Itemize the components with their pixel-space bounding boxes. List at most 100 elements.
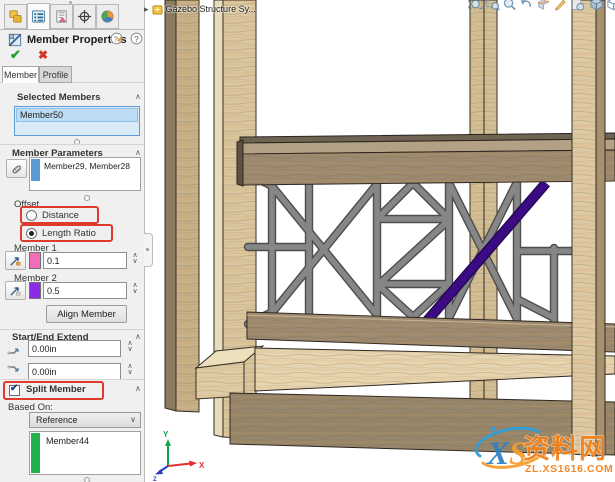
spinner-down[interactable]: ∨ (127, 369, 132, 376)
spinner-down[interactable]: ∨ (132, 258, 137, 265)
extend-end-input[interactable] (28, 363, 121, 380)
selection-bar (31, 159, 40, 181)
link-members-button[interactable] (6, 159, 27, 178)
tab-dimxpert-manager[interactable] (73, 4, 96, 29)
tab-member-label: Member (3, 69, 37, 80)
annotation-distance: Distance (20, 206, 99, 224)
split-member-checkbox[interactable]: ✔ (9, 383, 20, 396)
magnifier-icon[interactable] (502, 0, 517, 12)
member1-spinner[interactable]: ∧ ∨ (129, 252, 141, 265)
cancel-button[interactable]: ✖ (38, 48, 48, 62)
selected-members-title: Selected Members (17, 92, 101, 103)
collapse-split-member[interactable]: ∧ (135, 384, 141, 393)
zoom-area-icon[interactable] (485, 0, 500, 12)
selection-bar (31, 433, 40, 473)
annotation-length-ratio: Length Ratio (20, 224, 113, 242)
align-member-button[interactable]: Align Member (46, 305, 127, 323)
spinner-down[interactable]: ∨ (132, 288, 137, 295)
extend-end-spinner[interactable]: ∧ ∨ (124, 363, 136, 376)
based-on-dropdown[interactable]: Reference ∨ (29, 412, 141, 428)
previous-view-icon[interactable] (519, 0, 534, 12)
svg-text:?: ? (134, 34, 139, 44)
dimxpert-icon (77, 9, 92, 24)
watermark: X S 资料网 ZL.XS1616.COM (469, 423, 615, 477)
radio-distance[interactable] (26, 210, 37, 221)
spinner-down[interactable]: ∨ (127, 346, 132, 353)
extend-start-icon (7, 348, 19, 355)
display-manager-icon (101, 10, 114, 23)
tab-profile-label: Profile (42, 69, 69, 80)
member-parameters-list[interactable]: Member29, Member28 (29, 157, 141, 191)
configuration-manager-icon (56, 10, 67, 23)
link-icon (12, 165, 22, 174)
top-rail[interactable] (236, 132, 615, 187)
tree-expand-arrow[interactable]: ▸ (144, 4, 149, 15)
member2-color-swatch (29, 282, 41, 299)
deck-plank[interactable] (254, 347, 615, 392)
collapse-selected-members[interactable]: ∧ (135, 92, 141, 101)
zoom-fit-icon[interactable] (468, 0, 483, 12)
collapse-member-parameters[interactable]: ∧ (135, 148, 141, 157)
display-style-icon[interactable] (606, 0, 615, 12)
wood-post-right[interactable] (571, 0, 606, 457)
split-member-list[interactable]: Member44 (29, 431, 141, 475)
svg-text:?: ? (114, 34, 118, 43)
annotation-split-member: ✔ Split Member (3, 381, 104, 400)
ok-button[interactable]: ✔ (10, 47, 21, 63)
watermark-dot (490, 426, 496, 432)
member2-spinner[interactable]: ∧ ∨ (129, 282, 141, 295)
property-manager-icon (31, 10, 46, 23)
help-pencil-icon[interactable]: ? (110, 32, 123, 45)
listbox-resize-handle[interactable] (84, 477, 90, 482)
radio-length-ratio[interactable] (26, 228, 37, 239)
wood-post-left-outer[interactable] (164, 0, 200, 413)
watermark-site-name: 资料网 (523, 434, 607, 464)
railing-truss[interactable] (248, 174, 572, 324)
gazebo-model[interactable]: Y X Z (153, 0, 615, 482)
collapse-start-end-extend[interactable]: ∧ (135, 332, 141, 341)
help-icon[interactable]: ? (130, 32, 143, 45)
divider (0, 379, 144, 380)
tree-item-assembly[interactable]: Gazebo Structure Sy... (166, 4, 256, 14)
assembly-icon (151, 4, 163, 15)
list-item[interactable]: Member44 (46, 436, 89, 446)
triad-y-label: Y (163, 430, 169, 439)
property-manager-panel: Member Properties ? ? ✔ ✖ Member Profile… (0, 0, 144, 482)
selected-members-list[interactable]: Member50 (14, 106, 140, 136)
extend-end-icon (7, 365, 19, 372)
tab-display-manager[interactable] (96, 4, 119, 29)
extend-start-spinner[interactable]: ∧ ∨ (124, 340, 136, 353)
appearance-icon[interactable] (570, 0, 585, 12)
panel-splitter-handle[interactable] (144, 233, 153, 267)
extend-start-input[interactable] (28, 340, 121, 357)
watermark-logo-x: X (486, 436, 510, 472)
viewport-3d[interactable]: Y X Z (153, 0, 615, 482)
tab-configuration-manager[interactable] (50, 4, 73, 29)
tab-profile[interactable]: Profile (39, 66, 72, 83)
solidworks-window: Member Properties ? ? ✔ ✖ Member Profile… (0, 0, 615, 482)
bottom-rail[interactable] (246, 311, 615, 353)
listbox-resize-handle[interactable] (84, 195, 90, 201)
member-icon (8, 33, 22, 47)
member1-input[interactable] (43, 252, 127, 269)
check-icon: ✔ (10, 383, 19, 394)
member2-pick-button[interactable] (5, 281, 26, 300)
member2-input[interactable] (43, 282, 127, 299)
orientation-triad: Y X Z (153, 430, 205, 482)
sketch-icon[interactable] (553, 0, 568, 12)
dropdown-value: Reference (36, 415, 78, 425)
radio-distance-label: Distance (42, 210, 79, 221)
divider (0, 144, 144, 145)
tab-property-manager[interactable] (27, 3, 50, 30)
heads-up-toolbar (468, 0, 615, 13)
member-parameters-value: Member29, Member28 (44, 161, 130, 171)
list-item[interactable]: Member50 (16, 108, 138, 122)
member1-pick-button[interactable] (5, 251, 26, 270)
view-cube-icon[interactable] (589, 0, 604, 12)
arrow-pencil-icon (10, 287, 21, 296)
watermark-url: ZL.XS1616.COM (525, 463, 613, 475)
section-view-icon[interactable] (536, 0, 551, 12)
tab-feature-manager[interactable] (4, 4, 27, 29)
radio-length-ratio-label: Length Ratio (42, 228, 96, 239)
tab-member[interactable]: Member (2, 66, 39, 83)
